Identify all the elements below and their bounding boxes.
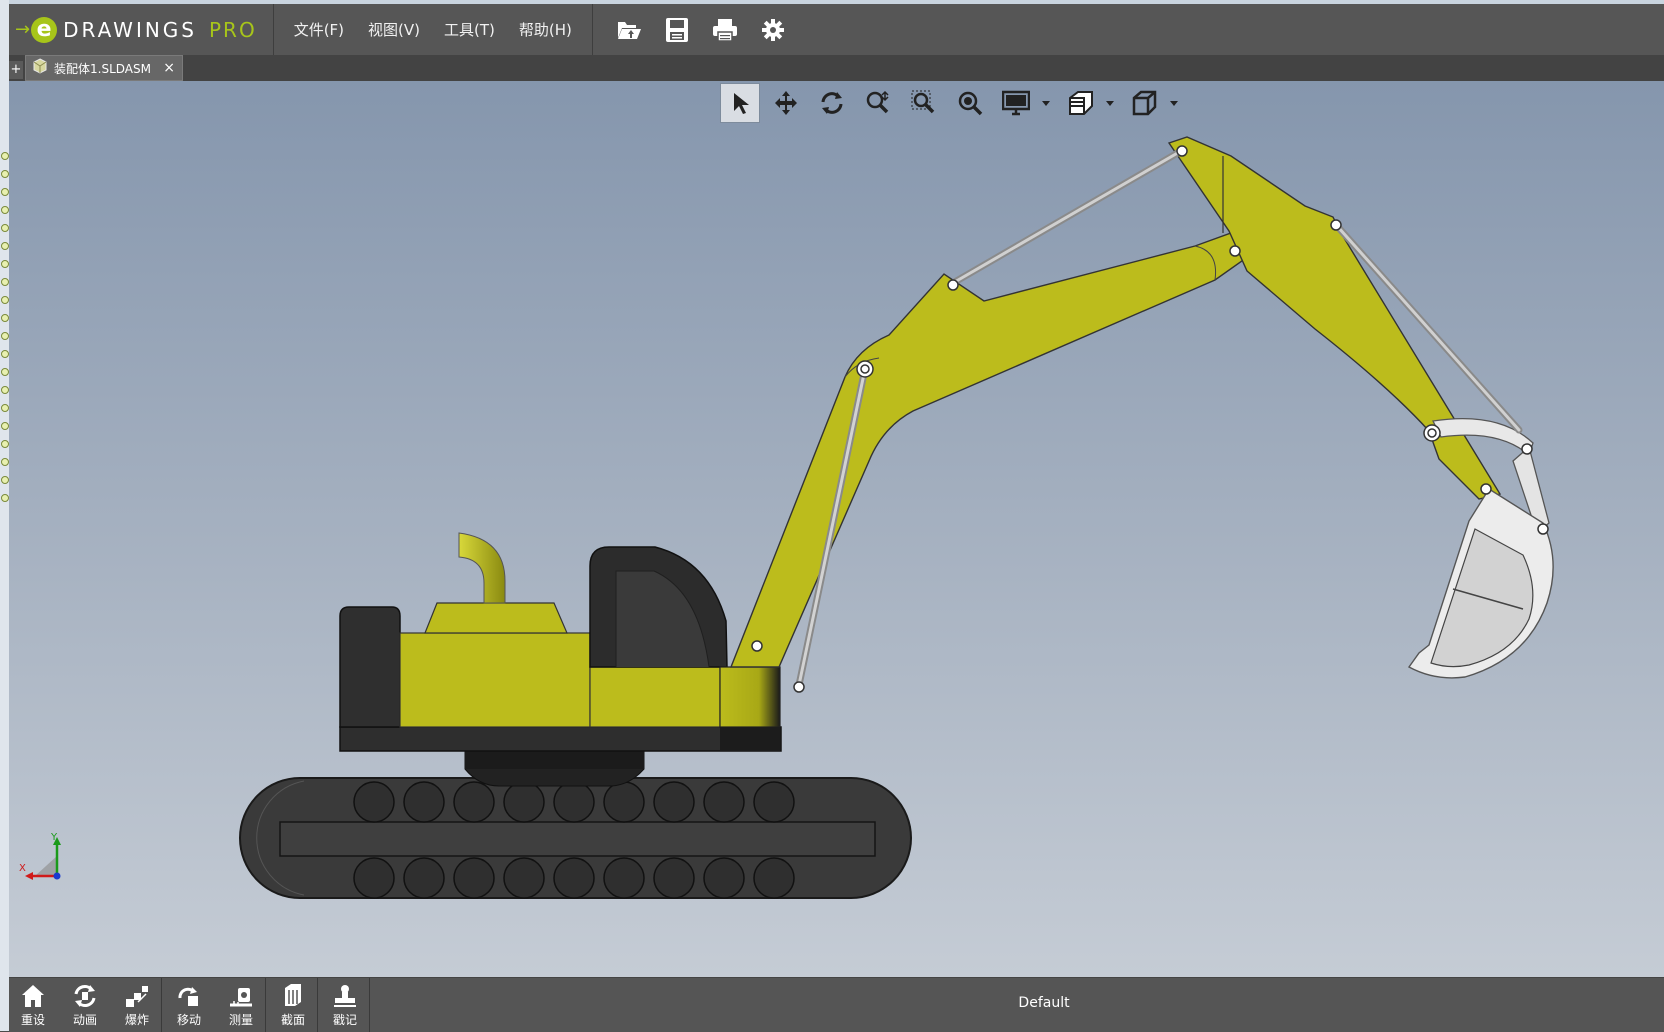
open-icon[interactable] bbox=[614, 15, 644, 45]
main-toolbar bbox=[593, 4, 797, 55]
excavator-model[interactable] bbox=[9, 81, 1664, 977]
close-tab-icon[interactable]: × bbox=[163, 60, 175, 76]
rotate-icon[interactable] bbox=[812, 83, 852, 123]
hydraulic-cylinders[interactable] bbox=[795, 147, 1523, 689]
turntable[interactable] bbox=[464, 750, 645, 787]
view-toolbar bbox=[720, 83, 1188, 123]
stamp-label: 戳记 bbox=[332, 1013, 357, 1027]
upper-body[interactable] bbox=[339, 532, 782, 752]
section-button[interactable]: 截面 bbox=[267, 978, 319, 1032]
stamp-button[interactable]: 戳记 bbox=[319, 978, 371, 1032]
reset-label: 重设 bbox=[20, 1013, 45, 1027]
logo-edition: PRO bbox=[209, 17, 257, 42]
menu-bar: 文件(F) 视图(V) 工具(T) 帮助(H) bbox=[274, 4, 593, 55]
explode-button[interactable]: 爆炸 bbox=[111, 978, 163, 1032]
toolbar-separator bbox=[161, 978, 162, 1032]
toolbar-separator bbox=[317, 978, 318, 1032]
document-tab[interactable]: 装配体1.SLDASM × bbox=[25, 55, 183, 81]
logo-arrow: → bbox=[15, 19, 31, 40]
save-icon[interactable] bbox=[662, 15, 692, 45]
section-icon bbox=[281, 978, 305, 1008]
logo-brand: DRAWINGS bbox=[63, 17, 197, 42]
menu-tools[interactable]: 工具(T) bbox=[432, 19, 507, 40]
move-button[interactable]: 移动 bbox=[163, 978, 215, 1032]
add-tab-button[interactable]: + bbox=[9, 61, 23, 79]
edrawings-window: → e DRAWINGS PRO 文件(F) 视图(V) 工具(T) 帮助(H) bbox=[0, 0, 1664, 1032]
section-view-icon[interactable] bbox=[1060, 83, 1100, 123]
zoom-in-out-icon[interactable] bbox=[950, 83, 990, 123]
display-style-dropdown-icon[interactable] bbox=[1038, 100, 1054, 106]
select-icon[interactable] bbox=[720, 83, 760, 123]
section-view-dropdown-icon[interactable] bbox=[1102, 100, 1118, 106]
move-icon bbox=[176, 978, 202, 1008]
toolbar-separator bbox=[265, 978, 266, 1032]
title-bar: → e DRAWINGS PRO 文件(F) 视图(V) 工具(T) 帮助(H) bbox=[9, 0, 1664, 55]
triad-y-label: Y bbox=[50, 832, 58, 843]
graphics-viewport[interactable]: Y X bbox=[9, 81, 1664, 977]
document-tab-label: 装配体1.SLDASM bbox=[54, 61, 151, 76]
animate-icon bbox=[72, 978, 98, 1008]
toolbar-separator bbox=[369, 978, 370, 1032]
logo-e: e bbox=[31, 16, 58, 43]
settings-icon[interactable] bbox=[758, 15, 788, 45]
coordinate-triad: Y X bbox=[19, 832, 61, 880]
triad-x-label: X bbox=[19, 863, 26, 874]
standard-views-icon[interactable] bbox=[1124, 83, 1164, 123]
explode-label: 爆炸 bbox=[124, 1013, 149, 1027]
configuration-name[interactable]: Default bbox=[1009, 995, 1079, 1011]
bucket[interactable] bbox=[1407, 418, 1554, 679]
section-label: 截面 bbox=[280, 1013, 305, 1027]
reset-button[interactable]: 重设 bbox=[7, 978, 59, 1032]
menu-file[interactable]: 文件(F) bbox=[282, 19, 356, 40]
display-style-icon[interactable] bbox=[996, 83, 1036, 123]
explode-icon bbox=[124, 978, 150, 1008]
menu-help[interactable]: 帮助(H) bbox=[507, 19, 584, 40]
edrawings-logo: → e DRAWINGS PRO bbox=[9, 4, 274, 55]
measure-button[interactable]: 测量 bbox=[215, 978, 267, 1032]
standard-views-dropdown-icon[interactable] bbox=[1166, 100, 1182, 106]
zoom-to-fit-icon[interactable] bbox=[858, 83, 898, 123]
print-icon[interactable] bbox=[710, 15, 740, 45]
move-label: 移动 bbox=[176, 1013, 201, 1027]
track-assembly[interactable] bbox=[239, 777, 912, 899]
document-tab-strip: + 装配体1.SLDASM × bbox=[9, 55, 1664, 81]
bottom-toolbar: 重设 动画 爆炸 移动 测量 截面 戳记 Default bbox=[9, 977, 1664, 1032]
assembly-icon bbox=[32, 58, 48, 78]
menu-view[interactable]: 视图(V) bbox=[356, 19, 432, 40]
animate-button[interactable]: 动画 bbox=[59, 978, 111, 1032]
home-icon bbox=[21, 978, 45, 1008]
zoom-to-area-icon[interactable] bbox=[904, 83, 944, 123]
pan-icon[interactable] bbox=[766, 83, 806, 123]
stick-arm[interactable] bbox=[1167, 136, 1502, 500]
boom-arm[interactable] bbox=[729, 232, 1251, 668]
stamp-icon bbox=[332, 978, 358, 1008]
measure-label: 测量 bbox=[228, 1013, 253, 1027]
animate-label: 动画 bbox=[72, 1013, 97, 1027]
measure-icon bbox=[228, 978, 254, 1008]
